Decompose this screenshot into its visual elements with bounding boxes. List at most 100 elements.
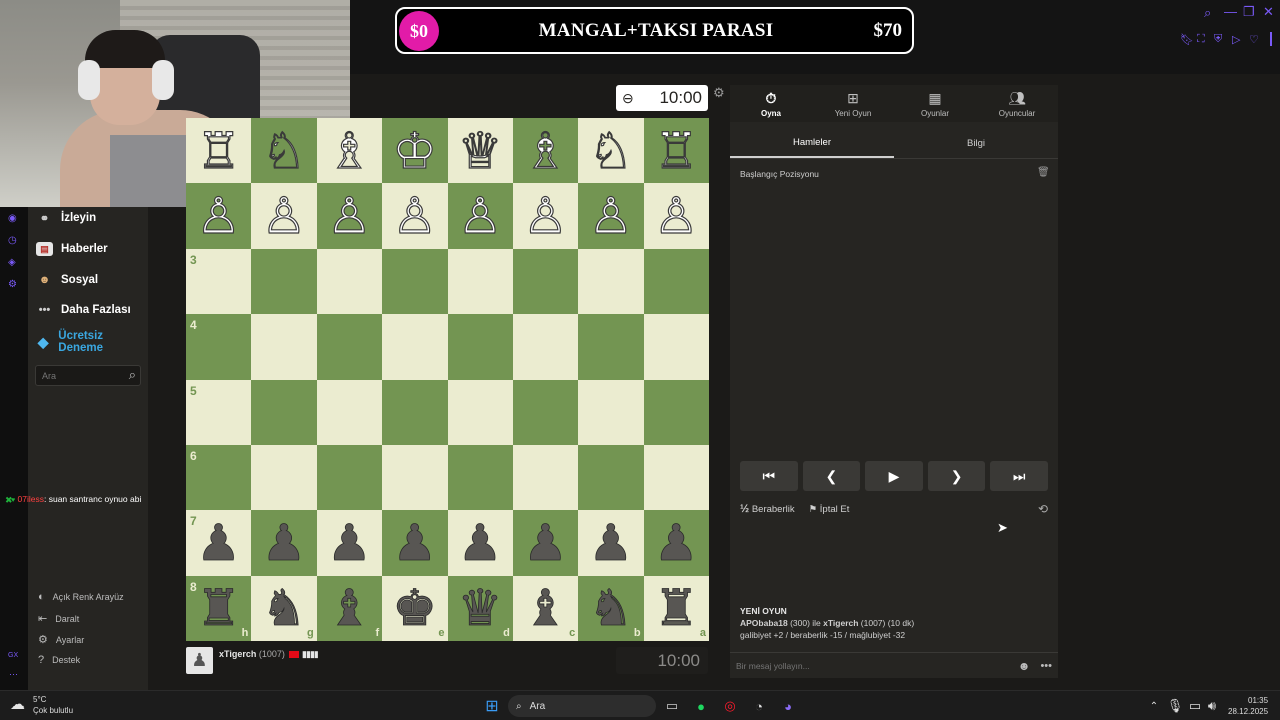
gx-icon[interactable]: GX [8, 652, 18, 659]
board-square[interactable]: ♟ [578, 510, 644, 576]
windows-start-icon[interactable]: ⊞ [483, 697, 501, 715]
sidebar-settings[interactable]: ⚙ Ayarlar [38, 633, 84, 646]
black-piece[interactable]: ♟ [382, 510, 447, 575]
board-square[interactable]: ♙ [186, 183, 252, 249]
draw-button[interactable]: ½ Beraberlik [740, 503, 795, 515]
trash-icon[interactable]: 🗑︎ [1037, 167, 1050, 178]
black-piece[interactable]: ♜ [186, 576, 251, 641]
white-piece[interactable]: ♘ [251, 118, 316, 183]
white-piece[interactable]: ♖ [644, 118, 709, 183]
network-icon[interactable]: ▭ [1186, 697, 1204, 715]
black-piece[interactable]: ♝ [513, 576, 578, 641]
discord-icon[interactable]: ◕ [779, 697, 797, 715]
sidebar-item-more[interactable]: ••• Daha Fazlası [36, 303, 131, 317]
clock-widget[interactable]: 01:35 28.12.2025 [1228, 695, 1268, 717]
settings-icon[interactable]: ⚙ [8, 279, 17, 290]
board-square[interactable] [251, 314, 317, 380]
tab-play[interactable]: ⏱ Oyna [730, 85, 812, 122]
white-piece[interactable]: ♘ [578, 118, 643, 183]
abort-button[interactable]: ⚑ İptal Et [809, 504, 850, 515]
white-piece[interactable]: ♙ [382, 183, 447, 248]
board-square[interactable] [447, 379, 513, 445]
white-piece[interactable]: ♙ [186, 183, 251, 248]
board-square[interactable] [316, 444, 383, 511]
board-square[interactable]: ♟ [382, 510, 448, 576]
next-move-button[interactable]: ❯ [927, 461, 986, 491]
board-square[interactable]: a ♜ [643, 575, 710, 642]
tab-games[interactable]: ▦ Oyunlar [894, 85, 976, 122]
heart-icon[interactable]: ♡ [1249, 33, 1259, 46]
sidebar-item-watch[interactable]: ⚭ İzleyin [36, 211, 96, 225]
board-square[interactable]: ♟ [643, 510, 710, 576]
search-icon[interactable]: ⌕ [129, 367, 136, 383]
restore-icon[interactable]: ❐ [1243, 4, 1255, 20]
white-piece[interactable]: ♙ [513, 183, 578, 248]
board-square[interactable] [251, 379, 317, 445]
board-square[interactable]: 8 h ♜ [186, 575, 252, 642]
taskbar-search[interactable]: ⌕ Ara [508, 695, 656, 717]
board-square[interactable] [382, 314, 448, 380]
board-square[interactable]: ♙ [578, 183, 644, 249]
board-square[interactable]: ♗ [316, 118, 383, 184]
search-input[interactable] [42, 369, 120, 383]
subtab-moves[interactable]: Hamleler [730, 129, 894, 158]
board-square[interactable]: ♟ [447, 510, 513, 576]
board-square[interactable]: ♙ [512, 183, 579, 249]
tab-new-game[interactable]: ⊞ Yeni Oyun [812, 85, 894, 122]
board-square[interactable]: ♟ [251, 510, 317, 576]
white-piece[interactable]: ♙ [578, 183, 643, 248]
black-piece[interactable]: ♟ [186, 510, 251, 575]
board-square[interactable]: ♙ [382, 183, 448, 249]
tab-players[interactable]: 👥︎ Oyuncular [976, 85, 1058, 122]
sidebar-item-social[interactable]: ☻ Sosyal [36, 273, 98, 287]
black-piece[interactable]: ♝ [317, 576, 382, 641]
board-square[interactable] [643, 314, 710, 380]
more-options-icon[interactable]: ••• [1040, 660, 1052, 672]
board-square[interactable]: ♘ [578, 118, 644, 184]
board-square[interactable] [578, 379, 644, 445]
board-square[interactable]: ♔ [382, 118, 448, 184]
white-piece[interactable]: ♗ [317, 118, 382, 183]
board-square[interactable] [316, 248, 383, 315]
emoji-icon[interactable]: ☻ [1018, 659, 1031, 673]
white-piece[interactable]: ♙ [644, 183, 709, 248]
frame-icon[interactable]: ⛶ [1197, 33, 1205, 46]
board-square[interactable]: e ♚ [382, 575, 448, 642]
weather-widget[interactable]: 5°C Çok bulutlu [33, 694, 73, 716]
white-piece[interactable]: ♙ [317, 183, 382, 248]
first-move-button[interactable]: ⏮ [740, 461, 798, 491]
black-piece[interactable]: ♛ [448, 576, 513, 641]
board-square[interactable]: d ♛ [447, 575, 513, 642]
board-square[interactable]: ♗ [512, 118, 579, 184]
play-icon[interactable]: ▷ [1232, 33, 1240, 46]
board-square[interactable]: g ♞ [251, 575, 317, 642]
white-piece[interactable]: ♗ [513, 118, 578, 183]
volume-icon[interactable]: 🔊︎ [1203, 697, 1221, 715]
black-piece[interactable]: ♞ [251, 576, 316, 641]
opera-gx-icon[interactable]: ◎ [721, 697, 739, 715]
app-icon[interactable]: ◔ [750, 697, 768, 715]
board-square[interactable] [382, 444, 448, 511]
board-square[interactable]: ♟ [316, 510, 383, 576]
board-square[interactable] [512, 379, 579, 445]
board-square[interactable] [512, 444, 579, 511]
board-square[interactable]: f ♝ [316, 575, 383, 642]
chevron-up-icon[interactable]: ⌃ [1145, 697, 1163, 715]
board-square[interactable] [643, 444, 710, 511]
black-piece[interactable]: ♟ [578, 510, 643, 575]
flip-board-icon[interactable]: ⟲ [1038, 502, 1048, 516]
board-square[interactable]: b ♞ [578, 575, 644, 642]
sidebar-item-news[interactable]: ▤ Haberler [36, 242, 108, 256]
white-piece[interactable]: ♙ [251, 183, 316, 248]
board-square[interactable] [251, 248, 317, 315]
board-square[interactable] [512, 314, 579, 380]
bookmark-icon[interactable]: 🔖︎ [1180, 33, 1194, 46]
spotify-icon[interactable]: ● [692, 697, 710, 715]
last-move-button[interactable]: ⏭ [990, 461, 1048, 491]
board-square[interactable] [512, 248, 579, 315]
black-piece[interactable]: ♜ [644, 576, 709, 641]
black-piece[interactable]: ♟ [644, 510, 709, 575]
sidebar-search[interactable]: ⌕ [35, 365, 141, 386]
white-piece[interactable]: ♙ [448, 183, 513, 248]
board-square[interactable]: 6 [186, 444, 252, 511]
